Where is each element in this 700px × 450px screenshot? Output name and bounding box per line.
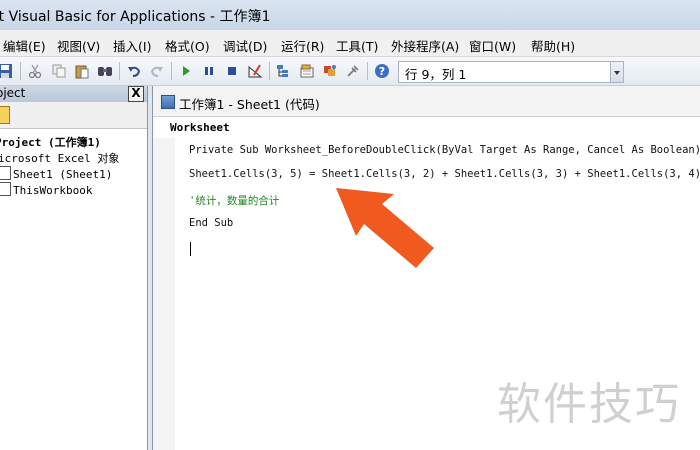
tree-item-excel-objects[interactable]: icrosoft Excel 对象 <box>0 150 119 166</box>
menu-format[interactable]: 格式(O) <box>165 36 210 55</box>
stop-icon[interactable] <box>224 63 240 79</box>
toolbar-separator <box>119 62 120 80</box>
code-margin[interactable] <box>153 138 176 450</box>
menu-help[interactable]: 帮助(H) <box>531 36 575 55</box>
menu-addins[interactable]: 外接程序(A) <box>391 36 459 55</box>
title-bar: ft Visual Basic for Applications - 工作簿1 <box>0 0 700 30</box>
code-line[interactable]: Private Sub Worksheet_BeforeDoubleClick(… <box>189 144 700 156</box>
code-line[interactable]: Sheet1.Cells(3, 5) = Sheet1.Cells(3, 2) … <box>189 168 700 180</box>
toolbar-separator <box>171 62 172 80</box>
close-icon[interactable]: X <box>128 86 144 102</box>
toolbar-options-icon[interactable] <box>610 62 623 82</box>
project-explorer: oject X Project (工作簿1) icrosoft Excel 对象… <box>0 86 148 450</box>
paste-icon[interactable] <box>74 63 90 79</box>
help-icon[interactable]: ? <box>374 63 390 79</box>
window-title: ft Visual Basic for Applications - 工作簿1 <box>0 9 271 25</box>
menu-run[interactable]: 运行(R) <box>281 36 324 55</box>
code-window-titlebar: 工作簿1 - Sheet1 (代码) <box>153 86 700 117</box>
menu-bar: 编辑(E) 视图(V) 插入(I) 格式(O) 调试(D) 运行(R) 工具(T… <box>0 30 700 57</box>
project-explorer-title: oject <box>0 86 26 100</box>
text-caret <box>190 242 191 256</box>
code-line[interactable]: End Sub <box>189 217 233 229</box>
menu-insert[interactable]: 插入(I) <box>113 36 151 55</box>
toolbox-icon[interactable] <box>345 63 361 79</box>
module-icon <box>161 95 175 109</box>
watermark: 软件技巧 <box>497 379 681 430</box>
find-icon[interactable] <box>97 63 113 79</box>
redo-icon[interactable] <box>149 63 165 79</box>
run-icon[interactable] <box>178 63 194 79</box>
standard-toolbar: ? 行 9，列 1 <box>0 57 700 86</box>
workbook-icon <box>0 182 11 196</box>
cursor-position: 行 9，列 1 <box>405 67 467 82</box>
menu-debug[interactable]: 调试(D) <box>223 36 267 55</box>
toolbar-separator <box>367 62 368 80</box>
project-explorer-icon[interactable] <box>276 63 292 79</box>
menu-window[interactable]: 窗口(W) <box>469 36 516 55</box>
copy-icon[interactable] <box>51 63 67 79</box>
worksheet-icon <box>0 166 11 180</box>
toggle-folders-icon[interactable] <box>0 106 10 124</box>
svg-text:?: ? <box>379 65 385 78</box>
menu-view[interactable]: 视图(V) <box>57 36 100 55</box>
save-icon[interactable] <box>0 63 13 79</box>
object-browser-icon[interactable] <box>322 63 338 79</box>
cursor-position-box: 行 9，列 1 <box>398 61 624 83</box>
menu-edit[interactable]: 编辑(E) <box>3 36 46 55</box>
toolbar-separator <box>20 62 21 80</box>
menu-tools[interactable]: 工具(T) <box>336 36 378 55</box>
code-window-title: 工作簿1 - Sheet1 (代码) <box>179 97 320 112</box>
tree-item-project[interactable]: Project (工作簿1) <box>0 134 101 150</box>
tree-item-thisworkbook[interactable]: ThisWorkbook <box>0 182 92 197</box>
object-dropdown[interactable]: Worksheet <box>163 118 700 139</box>
undo-icon[interactable] <box>126 63 142 79</box>
project-explorer-toolbar <box>0 102 147 129</box>
toolbar-separator <box>269 62 270 80</box>
tree-item-sheet1[interactable]: Sheet1 (Sheet1) <box>0 166 112 181</box>
design-mode-icon[interactable] <box>247 63 263 79</box>
properties-icon[interactable] <box>299 63 315 79</box>
cut-icon[interactable] <box>27 63 43 79</box>
code-comment-line[interactable]: '统计，数量的合计 <box>189 193 279 208</box>
object-dropdown-value: Worksheet <box>170 121 230 134</box>
project-explorer-header: oject X <box>0 86 147 102</box>
pause-icon[interactable] <box>201 63 217 79</box>
